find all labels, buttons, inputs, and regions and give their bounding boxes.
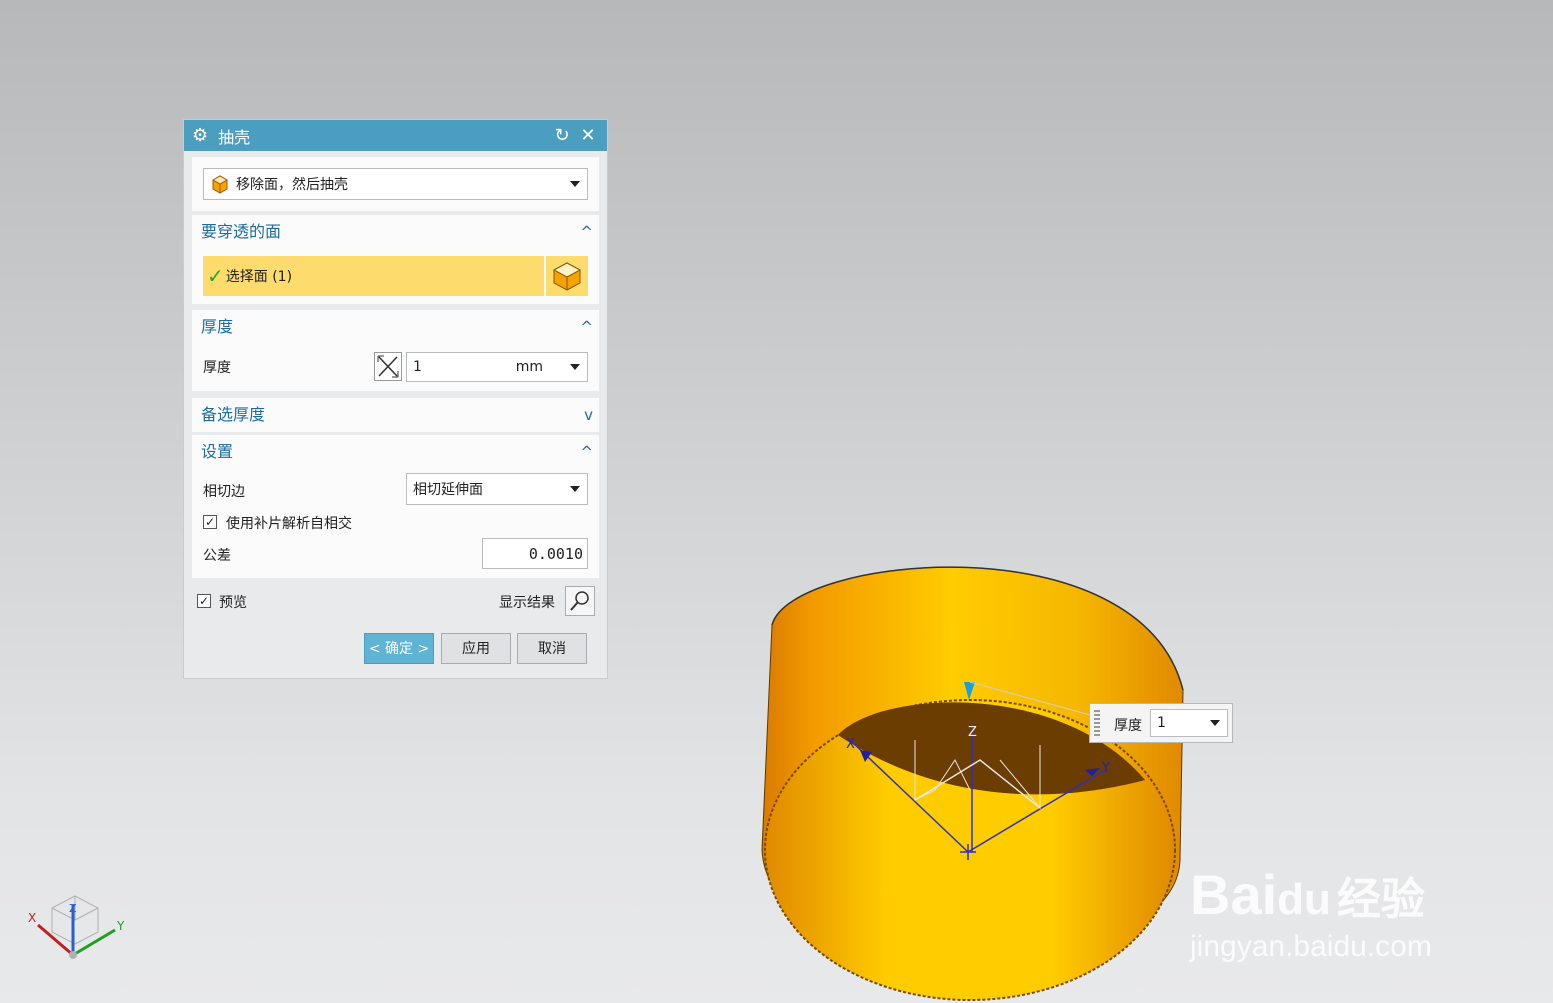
tangent-edge-label: 相切边 xyxy=(203,484,245,500)
thickness-measure-icon xyxy=(377,355,399,378)
chevron-down-icon[interactable] xyxy=(570,181,580,187)
thickness-input[interactable]: 1 mm xyxy=(406,352,588,382)
tolerance-label: 公差 xyxy=(203,548,231,564)
watermark-suffix: 经验 xyxy=(1336,874,1425,925)
alt-thickness-section-title: 备选厚度 xyxy=(201,405,266,424)
chevron-down-icon[interactable] xyxy=(1210,720,1220,726)
tolerance-input[interactable]: 0.0010 xyxy=(482,538,588,569)
dialog-title: 抽壳 xyxy=(218,127,251,147)
shell-dialog: ⚙ 抽壳 ↻ ✕ 移除面，然后抽壳 要穿透的面 ^ ✓ 选择面 (1) 厚度 ^… xyxy=(184,120,607,678)
patch-checkbox[interactable]: ✓ xyxy=(203,515,217,529)
settings-section-header[interactable]: 设置 ^ xyxy=(192,435,599,469)
alt-thickness-section-header[interactable]: 备选厚度 v xyxy=(192,398,599,432)
close-icon[interactable]: ✕ xyxy=(577,125,599,146)
chevron-up-icon[interactable]: ^ xyxy=(580,435,593,469)
select-face-row[interactable]: ✓ 选择面 (1) xyxy=(203,256,544,296)
chevron-up-icon[interactable]: ^ xyxy=(580,310,593,344)
face-cube-icon xyxy=(552,262,582,291)
csys-x-label: X xyxy=(846,737,855,752)
triad-x-label: X xyxy=(28,911,36,925)
baidu-watermark: Baidu 经验 xyxy=(1190,862,1425,927)
tangent-edge-select[interactable]: 相切延伸面 xyxy=(406,473,588,505)
apply-button[interactable]: 应用 xyxy=(441,633,511,664)
thickness-value: 1 xyxy=(413,359,422,375)
watermark-brand: Bai xyxy=(1190,863,1278,926)
preview-checkbox[interactable]: ✓ xyxy=(197,594,211,608)
magnifier-icon xyxy=(570,591,589,611)
dialog-titlebar[interactable]: ⚙ 抽壳 ↻ ✕ xyxy=(184,120,607,151)
thickness-section-title: 厚度 xyxy=(201,317,234,336)
tolerance-value: 0.0010 xyxy=(528,544,583,563)
csys-y-label: Y xyxy=(1101,761,1110,776)
show-result-label: 显示结果 xyxy=(499,595,555,611)
settings-section-title: 设置 xyxy=(201,442,234,461)
chevron-down-icon[interactable]: v xyxy=(584,398,593,432)
select-face-label: 选择面 (1) xyxy=(225,269,293,285)
triad-y-label: Y xyxy=(116,919,125,933)
face-selector-button[interactable] xyxy=(546,256,588,296)
thickness-label: 厚度 xyxy=(203,360,231,376)
ok-button[interactable]: < 确定 > xyxy=(364,633,434,664)
gear-icon: ⚙ xyxy=(192,125,209,146)
faces-section-title: 要穿透的面 xyxy=(201,222,282,241)
chevron-down-icon[interactable] xyxy=(570,486,580,492)
faces-section: 要穿透的面 ^ ✓ 选择面 (1) xyxy=(192,215,599,304)
floating-thickness-value: 1 xyxy=(1157,715,1166,731)
tangent-edge-value: 相切延伸面 xyxy=(413,482,483,498)
grip-handle-icon[interactable] xyxy=(1094,710,1100,736)
watermark-paw: du xyxy=(1277,875,1331,924)
triad-z-label: Z xyxy=(69,902,77,915)
check-icon: ✓ xyxy=(207,264,224,288)
csys-z-label: Z xyxy=(968,725,977,740)
thickness-section-header[interactable]: 厚度 ^ xyxy=(192,310,599,344)
shell-type-select[interactable]: 移除面，然后抽壳 xyxy=(203,168,588,200)
preview-label: 预览 xyxy=(219,595,247,611)
patch-checkbox-label: 使用补片解析自相交 xyxy=(226,516,352,532)
faces-section-header[interactable]: 要穿透的面 ^ xyxy=(192,215,599,249)
thickness-section: 厚度 ^ 厚度 1 mm xyxy=(192,310,599,391)
floating-thickness-label: 厚度 xyxy=(1114,718,1142,734)
thickness-formula-button[interactable] xyxy=(374,352,402,381)
settings-section: 设置 ^ 相切边 相切延伸面 ✓ 使用补片解析自相交 公差 0.0010 xyxy=(192,435,599,578)
floating-thickness-input[interactable]: 厚度 1 xyxy=(1089,703,1233,743)
shell-type-icon xyxy=(211,175,229,194)
show-result-button[interactable] xyxy=(565,586,595,616)
floating-thickness-field[interactable]: 1 xyxy=(1150,709,1228,737)
type-panel: 移除面，然后抽壳 xyxy=(192,157,599,211)
cancel-button[interactable]: 取消 xyxy=(517,633,587,664)
chevron-down-icon[interactable] xyxy=(570,364,580,370)
shell-type-value: 移除面，然后抽壳 xyxy=(236,177,348,193)
chevron-up-icon[interactable]: ^ xyxy=(580,215,593,249)
thickness-unit: mm xyxy=(515,359,543,375)
watermark-url: jingyan.baidu.com xyxy=(1190,930,1432,963)
reset-icon[interactable]: ↻ xyxy=(551,125,573,146)
